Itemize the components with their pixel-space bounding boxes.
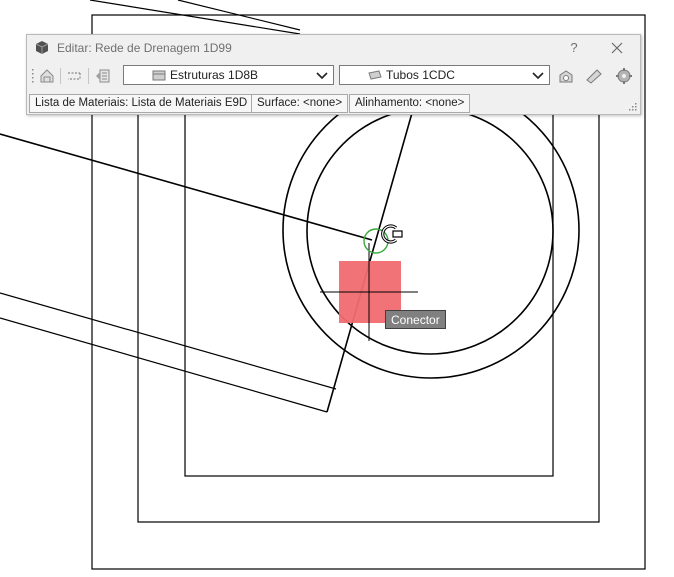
- chevron-down-icon[interactable]: [316, 71, 328, 80]
- structure-icon: [152, 70, 166, 81]
- close-icon[interactable]: [607, 38, 627, 58]
- structures-value: Estruturas 1D8B: [170, 68, 259, 82]
- edit-network-toolbar[interactable]: Editar: Rede de Drenagem 1D99 ? Estrutur…: [26, 34, 641, 115]
- draw-pipes-only-icon[interactable]: [585, 67, 603, 85]
- app-cube-icon: [35, 41, 49, 54]
- tool-row: Estruturas 1D8B Tubos 1CDC: [27, 64, 640, 88]
- toolbar-separator: [60, 68, 61, 84]
- alignment-button[interactable]: Alinhamento: <none>: [349, 94, 471, 113]
- help-button[interactable]: ?: [565, 38, 583, 58]
- pipes-dropdown[interactable]: Tubos 1CDC: [339, 65, 550, 85]
- pipe-edge-1[interactable]: [0, 292, 337, 390]
- pipe-line-upper[interactable]: [0, 133, 373, 241]
- parts-list-icon[interactable]: [94, 67, 112, 85]
- pipes-value: Tubos 1CDC: [386, 68, 455, 82]
- pipe-edge-2[interactable]: [0, 317, 328, 413]
- pipe-icon: [368, 70, 382, 80]
- toolbar-separator: [88, 68, 89, 84]
- properties-row: Lista de Materiais: Lista de Materiais E…: [27, 94, 640, 113]
- structures-dropdown[interactable]: Estruturas 1D8B: [123, 65, 334, 85]
- network-layout-settings-icon[interactable]: [615, 67, 633, 85]
- draw-pipe-icon[interactable]: [66, 67, 84, 85]
- title-bar[interactable]: Editar: Rede de Drenagem 1D99 ?: [27, 35, 640, 61]
- connector-tooltip: Conector: [385, 310, 446, 329]
- toolbar-grip-icon[interactable]: [31, 68, 34, 84]
- manhole-outer-circle[interactable]: [282, 81, 580, 379]
- surface-button[interactable]: Surface: <none>: [251, 94, 349, 113]
- resize-grip-icon[interactable]: [627, 101, 637, 111]
- parts-list-button[interactable]: Lista de Materiais: Lista de Materiais E…: [29, 94, 254, 113]
- chevron-down-icon[interactable]: [532, 71, 544, 80]
- window-title: Editar: Rede de Drenagem 1D99: [57, 41, 232, 55]
- draw-structure-icon[interactable]: [557, 67, 575, 85]
- pipe-edge-top-1[interactable]: [89, 0, 301, 35]
- network-catalog-icon[interactable]: [38, 67, 56, 85]
